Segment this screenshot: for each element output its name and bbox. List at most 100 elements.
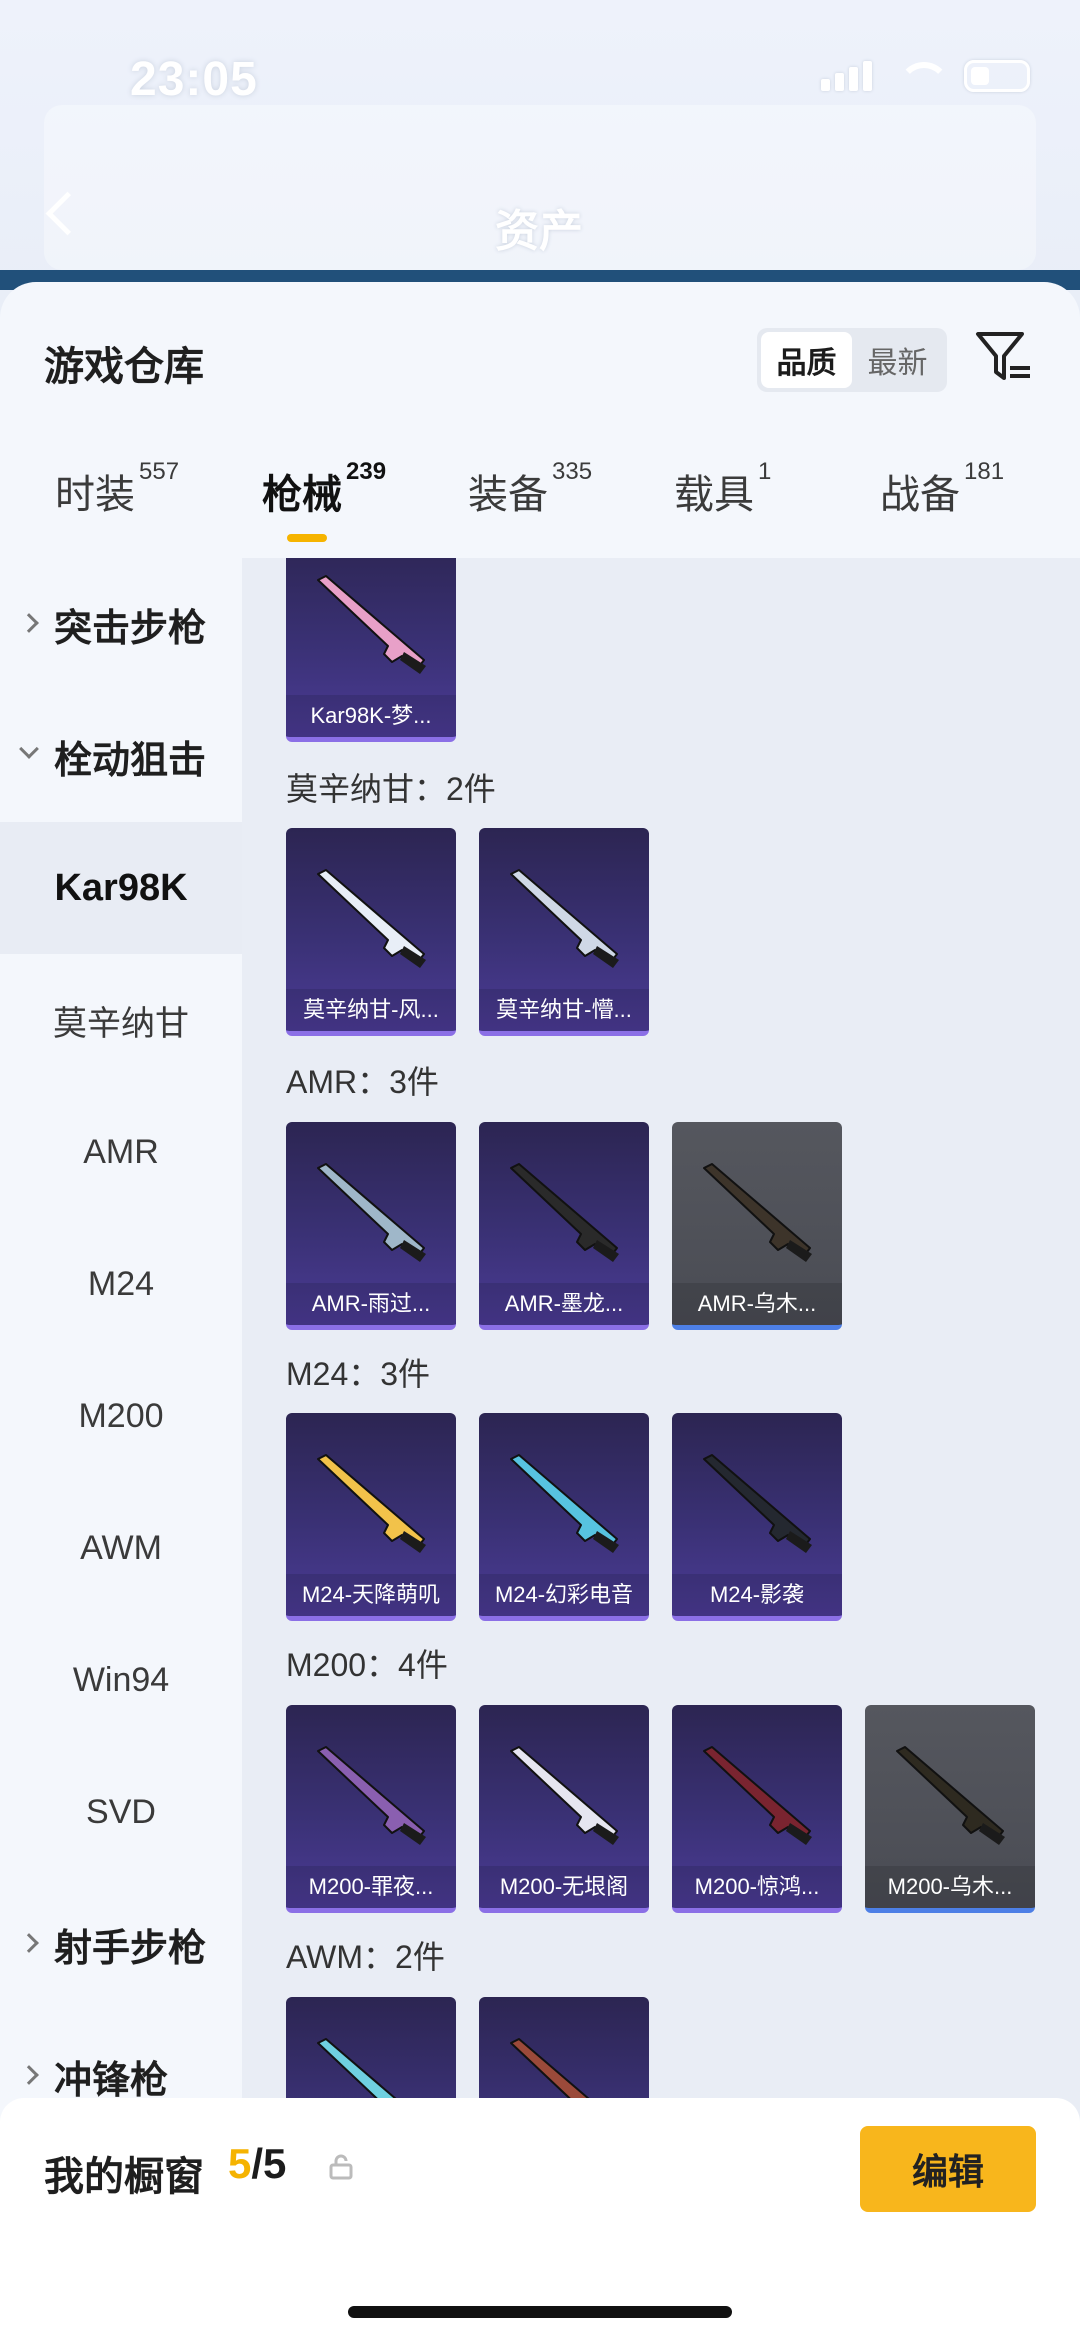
weapon-type-sidebar: 突击步枪 栓动狙击 Kar98K 莫辛纳甘 AMR M24 M200 AWM W…: [0, 558, 242, 2341]
weapon-card-label: M200-无垠阁: [479, 1866, 649, 1908]
weapon-card-label: 莫辛纳甘-风...: [286, 989, 456, 1031]
weapon-card[interactable]: 莫辛纳甘-风...: [286, 828, 456, 1036]
background-page-title: 资产: [495, 207, 583, 256]
tab-label: 枪械: [262, 473, 342, 517]
weapon-card-label: AMR-墨龙...: [479, 1283, 649, 1325]
weapon-image: [317, 575, 426, 674]
weapon-image: [510, 1163, 619, 1262]
section-label: M200：4件: [286, 1647, 448, 1683]
sidebar-item-assault-rifle[interactable]: 突击步枪: [0, 558, 242, 690]
weapon-card-label: Kar98K-梦...: [286, 695, 456, 737]
weapon-image: [510, 869, 619, 968]
sidebar-item-label: 冲锋枪: [54, 2059, 169, 2102]
sidebar-item-kar98k[interactable]: Kar98K: [0, 822, 242, 954]
section-label: AMR：3件: [286, 1064, 439, 1100]
weapon-card-label: M24-幻彩电音: [479, 1574, 649, 1616]
filter-icon[interactable]: [972, 326, 1034, 388]
tab-label: 战备: [880, 473, 960, 517]
background-header: 23:05 资产: [0, 0, 1080, 290]
weapon-card[interactable]: AMR-乌木...: [672, 1122, 842, 1330]
sidebar-item-amr[interactable]: AMR: [0, 1086, 242, 1218]
weapon-card[interactable]: AMR-雨过...: [286, 1122, 456, 1330]
showcase-count: 5/5: [228, 2140, 286, 2188]
chevron-right-icon: [19, 613, 39, 633]
weapon-grid: Kar98K-梦... 莫辛纳甘：2件莫辛纳甘-风... 莫辛纳甘-懵... AMR：…: [242, 558, 1080, 2341]
wifi-icon: [898, 62, 950, 90]
sidebar-item-label: 突击步枪: [54, 607, 207, 650]
weapon-image: [896, 1746, 1005, 1845]
tab-count: 335: [552, 458, 593, 485]
category-tabs: 时装557 枪械239 装备335 载具1 战备181: [0, 458, 1080, 542]
tab-count: 181: [964, 458, 1005, 485]
chevron-right-icon: [19, 2065, 39, 2085]
sidebar-item-svd[interactable]: SVD: [0, 1746, 242, 1878]
weapon-image: [317, 1163, 426, 1262]
weapon-card[interactable]: M200-无垠阁: [479, 1705, 649, 1913]
signal-icon: [821, 61, 872, 91]
sidebar-item-win94[interactable]: Win94: [0, 1614, 242, 1746]
sidebar-item-bolt-sniper[interactable]: 栓动狙击: [0, 690, 242, 822]
tab-count: 557: [139, 458, 180, 485]
weapon-card-label: AMR-乌木...: [672, 1283, 842, 1325]
tab-vehicles[interactable]: 载具1: [674, 458, 771, 520]
tab-guns[interactable]: 枪械239: [262, 458, 386, 520]
chevron-right-icon: [19, 1933, 39, 1953]
weapon-card-label: M200-惊鸿...: [672, 1866, 842, 1908]
weapon-image: [317, 1746, 426, 1845]
back-icon[interactable]: [40, 192, 80, 232]
sidebar-item-mosin[interactable]: 莫辛纳甘: [0, 954, 242, 1086]
weapon-card[interactable]: Kar98K-梦...: [286, 558, 456, 742]
showcase-title: 我的橱窗: [44, 2155, 204, 2199]
status-icons: [821, 60, 1030, 92]
tab-fashion[interactable]: 时装557: [55, 458, 179, 520]
sidebar-item-m200[interactable]: M200: [0, 1350, 242, 1482]
weapon-card-label: 莫辛纳甘-懵...: [479, 989, 649, 1031]
tab-equipment[interactable]: 装备335: [468, 458, 592, 520]
sidebar-item-awm[interactable]: AWM: [0, 1482, 242, 1614]
status-time: 23:05: [130, 53, 258, 106]
weapon-image: [703, 1746, 812, 1845]
sidebar-item-marksman-rifle[interactable]: 射手步枪: [0, 1878, 242, 2010]
weapon-card[interactable]: 莫辛纳甘-懵...: [479, 828, 649, 1036]
section-label: AWM：2件: [286, 1939, 445, 1975]
weapon-image: [510, 1454, 619, 1553]
weapon-card[interactable]: M200-惊鸿...: [672, 1705, 842, 1913]
weapon-card[interactable]: M200-罪夜...: [286, 1705, 456, 1913]
sidebar-item-label: 栓动狙击: [54, 739, 207, 782]
weapon-card-label: M200-乌木...: [865, 1866, 1035, 1908]
tab-supplies[interactable]: 战备181: [880, 458, 1004, 520]
weapon-image: [510, 1746, 619, 1845]
sidebar-item-m24[interactable]: M24: [0, 1218, 242, 1350]
section-label: 莫辛纳甘：2件: [286, 771, 496, 807]
home-indicator: [348, 2306, 732, 2318]
lock-icon: [329, 2154, 353, 2180]
sort-toggle: 品质 最新: [757, 328, 947, 392]
tab-count: 1: [758, 458, 772, 485]
weapon-card[interactable]: M24-影袭: [672, 1413, 842, 1621]
weapon-card[interactable]: M200-乌木...: [865, 1705, 1035, 1913]
showcase-current: 5: [228, 2140, 252, 2187]
tab-label: 装备: [468, 473, 548, 517]
sidebar-item-label: 射手步枪: [54, 1927, 207, 1970]
showcase-footer: 我的橱窗 5/5 编辑: [0, 2098, 1080, 2341]
sheet-title: 游戏仓库: [44, 345, 204, 389]
weapon-image: [703, 1163, 812, 1262]
showcase-total: 5: [263, 2140, 287, 2187]
weapon-card-label: M200-罪夜...: [286, 1866, 456, 1908]
weapon-card-label: AMR-雨过...: [286, 1283, 456, 1325]
tab-label: 时装: [55, 473, 135, 517]
sort-newest-button[interactable]: 最新: [852, 332, 943, 388]
battery-icon: [964, 60, 1030, 92]
weapon-card[interactable]: AMR-墨龙...: [479, 1122, 649, 1330]
weapon-image: [317, 1454, 426, 1553]
tab-label: 载具: [674, 473, 754, 517]
active-tab-indicator: [287, 534, 327, 542]
edit-button[interactable]: 编辑: [860, 2126, 1036, 2212]
weapon-card[interactable]: M24-幻彩电音: [479, 1413, 649, 1621]
section-label: M24：3件: [286, 1356, 431, 1392]
sort-quality-button[interactable]: 品质: [761, 332, 852, 388]
weapon-image: [703, 1454, 812, 1553]
showcase-separator: /: [251, 2140, 264, 2187]
weapon-card[interactable]: M24-天降萌叽: [286, 1413, 456, 1621]
chevron-down-icon: [19, 739, 39, 759]
